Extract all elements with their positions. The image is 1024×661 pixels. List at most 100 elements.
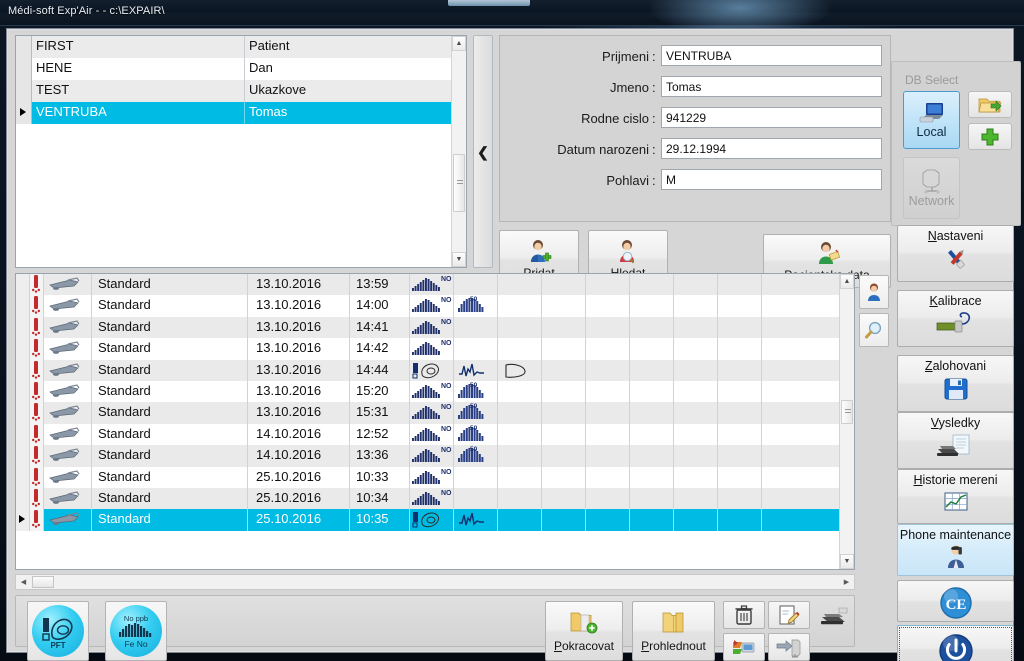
graph-cell-7: [674, 487, 718, 510]
folder-continue-icon: [570, 612, 598, 634]
scroll-down-button[interactable]: ▼: [840, 554, 854, 569]
sidebar-item-vysledky[interactable]: Vysledky: [897, 412, 1014, 469]
device-icon: [44, 423, 92, 446]
graph-cell-5: [586, 466, 630, 488]
patient-row[interactable]: TEST Ukazkove: [16, 80, 451, 102]
field-colon: :: [652, 142, 656, 157]
ce-mark-button[interactable]: CE: [897, 580, 1014, 622]
measurement-row[interactable]: Standard 25.10.2016 10:33 NO: [16, 466, 839, 488]
db-add-button[interactable]: [968, 123, 1012, 150]
field-input[interactable]: M: [661, 169, 882, 190]
alert-flag-icon: [30, 402, 44, 424]
measurement-row[interactable]: Standard 13.10.2016 13:59 NO: [16, 274, 839, 296]
db-network-button[interactable]: Network: [903, 157, 960, 219]
form-row: Pohlavi: M: [500, 168, 892, 196]
application-window: Médi-soft Exp'Air - - c:\EXPAIR\ FIRST Pa…: [0, 0, 1024, 661]
scroll-thumb[interactable]: [841, 400, 853, 424]
syringe-icon: [936, 312, 970, 333]
print-button[interactable]: [813, 601, 855, 629]
pft-glyph: PFT: [42, 618, 73, 649]
edit-button[interactable]: [768, 601, 810, 629]
measurement-row[interactable]: Standard 25.10.2016 10:34 NO: [16, 487, 839, 510]
sidebar-item-kalibrace[interactable]: Kalibrace: [897, 290, 1014, 347]
scroll-up-button[interactable]: ▲: [840, 274, 854, 289]
patient-row[interactable]: VENTRUBA Tomas: [16, 102, 451, 124]
row-marker: [16, 274, 30, 296]
measurement-row[interactable]: Standard 13.10.2016 14:41 NO: [16, 316, 839, 339]
graph-cell-1: [410, 359, 454, 381]
patient-row[interactable]: HENE Dan: [16, 58, 451, 80]
measurements-grid[interactable]: Standard 13.10.2016 13:59 NO Standard 13.10…: [15, 273, 855, 570]
graph-cell-8: [718, 402, 762, 424]
patient-list-grid[interactable]: FIRST Patient HENE Dan TEST Ukazkove VENTRUBA T…: [15, 35, 467, 268]
graph-cell-5: [586, 423, 630, 446]
green-plus-icon: [981, 128, 999, 145]
graph-cell-5: [586, 380, 630, 403]
server-icon: [922, 169, 940, 194]
continue-button[interactable]: Pokracovat: [545, 601, 623, 661]
field-input[interactable]: Tomas: [661, 76, 882, 97]
scroll-down-button[interactable]: ▼: [452, 252, 466, 267]
measurement-row[interactable]: Standard 25.10.2016 10:35: [16, 509, 839, 531]
field-label: Jmeno: [609, 80, 649, 95]
measurements-scrollbar[interactable]: ▲ ▼: [839, 274, 854, 569]
graph-cell-4: [542, 466, 586, 488]
user-search-icon: [620, 240, 635, 264]
svg-text:Fe No: Fe No: [124, 639, 147, 649]
power-button[interactable]: [897, 625, 1014, 661]
graph-cell-1: NO: [410, 402, 454, 424]
device-icon: [44, 295, 92, 317]
db-local-button[interactable]: Local: [903, 91, 960, 149]
measurement-date: 13.10.2016: [248, 402, 350, 424]
pft-button[interactable]: PFT: [27, 601, 89, 661]
patient-row[interactable]: FIRST Patient: [16, 36, 451, 58]
title-bar[interactable]: Médi-soft Exp'Air - - c:\EXPAIR\: [0, 0, 1024, 38]
panel-collapse-splitter[interactable]: ❮: [473, 35, 493, 268]
measurement-row[interactable]: Standard 13.10.2016 15:31 NO 50: [16, 402, 839, 424]
scroll-up-button[interactable]: ▲: [452, 36, 466, 51]
row-marker: [16, 402, 30, 424]
measurement-type: Standard: [92, 359, 248, 381]
patient-list-scrollbar[interactable]: ▲ ▼: [451, 36, 466, 267]
db-open-button[interactable]: [968, 91, 1012, 118]
graph-cell-8: [718, 487, 762, 510]
svg-text:NO: NO: [441, 340, 452, 347]
sidebar-item-zalohovani[interactable]: Zalohovani: [897, 355, 1014, 412]
measurement-row[interactable]: Standard 14.10.2016 13:36 NO 50: [16, 445, 839, 467]
user-add-icon: [531, 240, 552, 262]
scroll-thumb[interactable]: [453, 154, 465, 212]
sidebar-item-phone-maintenance[interactable]: Phone maintenance: [897, 524, 1014, 576]
graph-cell-8: [718, 295, 762, 317]
field-input[interactable]: VENTRUBA: [661, 45, 882, 66]
measurement-time: 10:33: [350, 466, 410, 488]
measurement-row[interactable]: Standard 13.10.2016 14:42 NO: [16, 338, 839, 360]
graph-cell-rest: [762, 402, 839, 423]
browse-button[interactable]: Prohlednout: [632, 601, 715, 661]
measurement-row[interactable]: Standard 14.10.2016 12:52 NO 50: [16, 423, 839, 446]
transfer-button[interactable]: [723, 633, 765, 661]
field-input[interactable]: 941229: [661, 107, 882, 128]
sidebar-item-nastaveni[interactable]: Nastaveni: [897, 225, 1014, 282]
sidebar-item-historie[interactable]: Historie mereni: [897, 469, 1014, 524]
svg-text:50: 50: [470, 296, 478, 303]
graph-cell-4: [542, 295, 586, 317]
delete-button[interactable]: [723, 601, 765, 629]
scroll-right-button[interactable]: ▶: [839, 575, 854, 589]
hscroll-thumb[interactable]: [32, 576, 54, 588]
export-button[interactable]: [768, 633, 810, 661]
measurement-row[interactable]: Standard 13.10.2016 15:20 NO 50: [16, 380, 839, 403]
field-input[interactable]: 29.12.1994: [661, 138, 882, 159]
feno-button[interactable]: No ppb Fe No: [105, 601, 167, 661]
graph-cell-3: [498, 380, 542, 403]
grid-search-button[interactable]: [859, 313, 889, 347]
measurements-hscrollbar[interactable]: ◀ ▶: [15, 574, 855, 590]
measurement-date: 14.10.2016: [248, 445, 350, 467]
measurement-row[interactable]: Standard 13.10.2016 14:00 NO 50: [16, 295, 839, 317]
grid-patient-button[interactable]: [859, 275, 889, 309]
device-icon: [44, 487, 92, 510]
scroll-left-button[interactable]: ◀: [16, 575, 31, 589]
measurement-date: 13.10.2016: [248, 380, 350, 403]
power-icon: [938, 633, 973, 661]
measurement-row[interactable]: Standard 13.10.2016 14:44: [16, 359, 839, 381]
floppy-icon: [944, 378, 967, 400]
